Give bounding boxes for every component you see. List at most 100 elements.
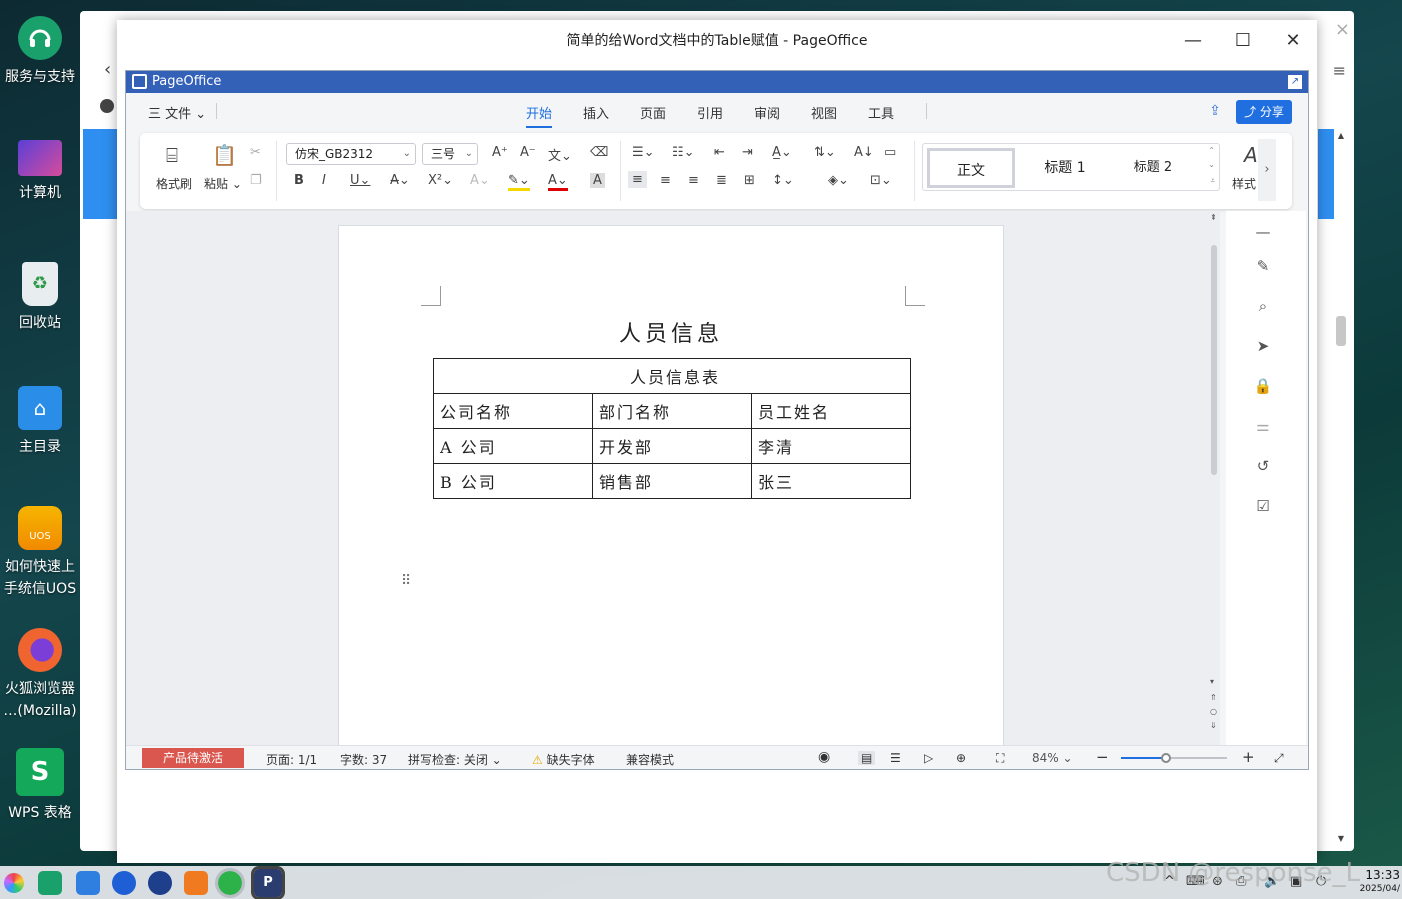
fullscreen-icon[interactable]: ⤢ bbox=[1274, 751, 1284, 766]
bold-icon[interactable]: B bbox=[294, 173, 304, 188]
history-icon[interactable]: ↺ bbox=[1252, 455, 1274, 477]
table-header-cell[interactable]: 人员信息表 bbox=[433, 358, 911, 394]
scroll-down-icon[interactable]: ▼ bbox=[1338, 834, 1344, 843]
shading-icon[interactable]: ◈⌄ bbox=[828, 173, 849, 188]
tab-review[interactable]: 审阅 bbox=[754, 103, 780, 122]
missing-font-warning[interactable]: ⚠ 缺失字体 bbox=[532, 751, 595, 768]
app-store-icon[interactable] bbox=[184, 871, 208, 895]
superscript-icon[interactable]: X²⌄ bbox=[428, 173, 453, 188]
page-count[interactable]: 页面: 1/1 bbox=[266, 751, 317, 768]
zoom-slider-knob[interactable] bbox=[1160, 753, 1171, 763]
drag-handle-icon[interactable]: ⠿ bbox=[401, 574, 411, 588]
close-icon[interactable]: × bbox=[1335, 19, 1350, 40]
desktop-icon-wps-sheet[interactable]: S WPS 表格 bbox=[0, 748, 80, 824]
align-center-icon[interactable]: ≡ bbox=[660, 173, 671, 188]
show-marks-icon[interactable]: A↓ bbox=[854, 145, 874, 160]
expand-icon[interactable]: ↗ bbox=[1288, 75, 1302, 89]
align-left-icon[interactable]: ≡ bbox=[628, 171, 647, 188]
borders-icon[interactable]: ⊡⌄ bbox=[870, 173, 892, 188]
play-icon[interactable]: ▷ bbox=[924, 751, 933, 765]
scroll-down-icon[interactable]: ▾ bbox=[1210, 677, 1214, 686]
multitask-view-icon[interactable] bbox=[38, 871, 62, 895]
edge-browser-icon[interactable] bbox=[215, 868, 245, 898]
back-arrow-icon[interactable]: ‹ bbox=[104, 59, 111, 80]
styles-button[interactable]: 样式 bbox=[1232, 175, 1256, 192]
next-page-icon[interactable]: ⇓ bbox=[1210, 721, 1217, 730]
style-normal[interactable]: 正文 bbox=[927, 148, 1015, 188]
close-button[interactable]: ✕ bbox=[1281, 30, 1305, 54]
prev-page-icon[interactable]: ⇑ bbox=[1210, 693, 1217, 702]
scroll-up-icon[interactable]: ⌃ bbox=[1208, 146, 1215, 155]
line-spacing-icon[interactable]: ↕⌄ bbox=[772, 173, 794, 188]
phonetic-guide-icon[interactable]: 文⌄ bbox=[548, 145, 572, 164]
tab-insert[interactable]: 插入 bbox=[583, 103, 609, 122]
fit-page-icon[interactable]: ⛶ bbox=[996, 751, 1004, 766]
char-shading-icon[interactable]: A bbox=[590, 173, 605, 188]
font-name-select[interactable]: 仿宋_GB2312 ⌄ bbox=[286, 143, 416, 165]
numbered-list-icon[interactable]: ☷⌄ bbox=[672, 145, 695, 160]
copy-icon[interactable]: ❐ bbox=[250, 173, 262, 188]
eye-icon[interactable]: ◉ bbox=[818, 749, 830, 765]
cloud-upload-icon[interactable]: ⇪ bbox=[1206, 103, 1224, 121]
bullet-list-icon[interactable]: ☰⌄ bbox=[632, 145, 655, 160]
text-direction-icon[interactable]: A̲⌄ bbox=[772, 145, 792, 160]
align-right-icon[interactable]: ≡ bbox=[688, 173, 699, 188]
menu-icon[interactable]: ≡ bbox=[1333, 61, 1346, 80]
vertical-scrollbar[interactable]: ⇞ ▾ ⇑ ○ ⇓ bbox=[1208, 211, 1220, 746]
italic-icon[interactable]: I bbox=[322, 173, 326, 188]
highlight-icon[interactable]: ✎⌄ bbox=[508, 173, 530, 191]
style-heading-1[interactable]: 标题 1 bbox=[1027, 148, 1103, 188]
font-size-select[interactable]: 三号 ⌄ bbox=[422, 143, 478, 165]
lock-icon[interactable]: 🔒 bbox=[1252, 375, 1274, 397]
scrollbar-thumb[interactable] bbox=[1336, 316, 1346, 346]
sliders-icon[interactable]: ⚌ bbox=[1252, 415, 1274, 437]
file-manager-icon[interactable] bbox=[76, 871, 100, 895]
tab-home[interactable]: 开始 bbox=[526, 103, 553, 128]
minus-icon[interactable]: — bbox=[1252, 221, 1274, 243]
font-color-icon[interactable]: A⌄ bbox=[548, 173, 568, 191]
pen-icon[interactable]: ✎ bbox=[1252, 255, 1274, 277]
zoom-level[interactable]: 84% ⌄ bbox=[1032, 751, 1073, 765]
scroll-top-icon[interactable]: ⇞ bbox=[1210, 213, 1217, 222]
text-effect-icon[interactable]: A⌄ bbox=[470, 173, 490, 188]
zoom-out-icon[interactable]: − bbox=[1096, 748, 1109, 766]
shrink-font-icon[interactable]: A⁻ bbox=[520, 145, 536, 160]
scrollbar-thumb[interactable] bbox=[1211, 245, 1217, 475]
cut-icon[interactable]: ✂ bbox=[250, 145, 261, 160]
table-cell[interactable]: 公司名称 bbox=[433, 393, 593, 429]
select-cursor-icon[interactable]: ➤ bbox=[1252, 335, 1274, 357]
browser-icon[interactable] bbox=[112, 871, 136, 895]
strikethrough-icon[interactable]: A̶⌄ bbox=[390, 173, 410, 188]
style-heading-2[interactable]: 标题 2 bbox=[1115, 148, 1191, 188]
clock[interactable]: 13:33 2025/04/ bbox=[1360, 868, 1400, 896]
desktop-icon-computer[interactable]: 计算机 bbox=[0, 140, 80, 204]
page-view-icon[interactable]: ▤ bbox=[858, 751, 876, 765]
justify-icon[interactable]: ≣ bbox=[716, 173, 727, 188]
settings-icon[interactable] bbox=[148, 871, 172, 895]
desktop-icon-uos-guide[interactable]: UOS 如何快速上 手统信UOS bbox=[0, 506, 80, 600]
table-cell[interactable]: 开发部 bbox=[592, 428, 752, 464]
spell-check-toggle[interactable]: 拼写检查: 关闭 ⌄ bbox=[408, 751, 502, 768]
minimize-button[interactable]: — bbox=[1181, 30, 1205, 54]
scroll-down-icon[interactable]: ⌄ bbox=[1208, 160, 1215, 169]
web-view-icon[interactable]: ⊕ bbox=[956, 751, 966, 765]
word-count[interactable]: 字数: 37 bbox=[340, 751, 387, 768]
document-page[interactable]: 人员信息 人员信息表 公司名称 部门名称 员工姓名 A 公司 开发部 李清 B … bbox=[338, 225, 1004, 746]
maximize-button[interactable]: ☐ bbox=[1231, 30, 1255, 54]
launcher-icon[interactable] bbox=[4, 873, 24, 893]
table-cell[interactable]: B 公司 bbox=[433, 463, 593, 499]
table-cell[interactable]: 销售部 bbox=[592, 463, 752, 499]
table-cell[interactable]: 员工姓名 bbox=[751, 393, 911, 429]
activate-badge[interactable]: 产品待激活 bbox=[142, 748, 244, 768]
ruler-icon[interactable]: ▭ bbox=[884, 145, 896, 160]
underline-icon[interactable]: U⌄ bbox=[350, 173, 370, 188]
table-cell[interactable]: 张三 bbox=[751, 463, 911, 499]
checklist-icon[interactable]: ☑ bbox=[1252, 495, 1274, 517]
increase-indent-icon[interactable]: ⇥ bbox=[742, 145, 753, 160]
paste-button[interactable]: 粘贴 ⌄ bbox=[204, 175, 242, 192]
outline-view-icon[interactable]: ☰ bbox=[890, 751, 901, 765]
tab-tools[interactable]: 工具 bbox=[868, 103, 894, 122]
ribbon-next-icon[interactable]: › bbox=[1258, 139, 1276, 201]
desktop-icon-home[interactable]: ⌂ 主目录 bbox=[0, 386, 80, 458]
tab-reference[interactable]: 引用 bbox=[697, 103, 723, 122]
